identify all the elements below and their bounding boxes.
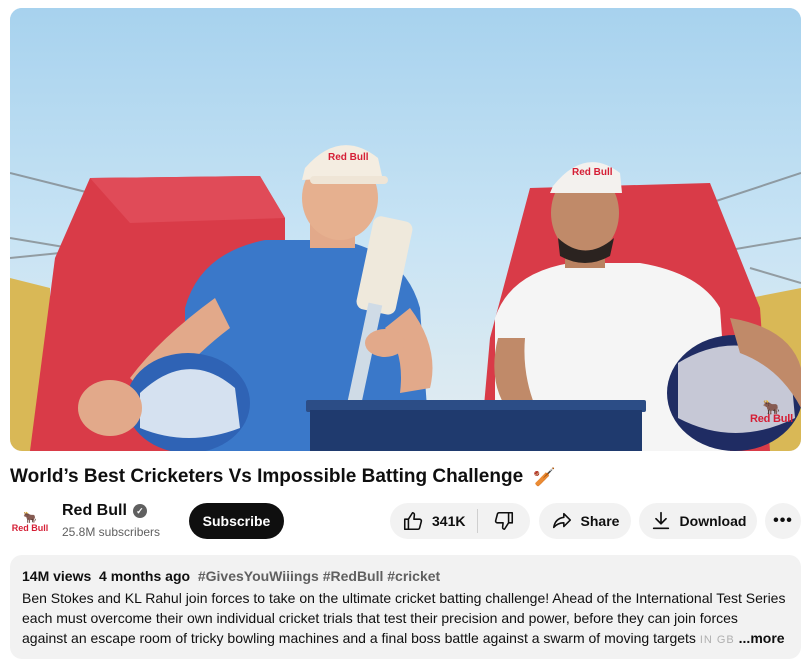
description-line: Ben Stokes and KL Rahul join forces to t… — [22, 590, 786, 606]
channel-watermark: 🐂 Red Bull — [749, 399, 793, 425]
svg-text:Red Bull: Red Bull — [572, 167, 613, 178]
share-arrow-icon — [552, 512, 571, 529]
channel-name: Red Bull — [62, 502, 127, 519]
download-icon — [652, 511, 669, 530]
description-line: each must overcome their own individual … — [22, 610, 738, 626]
share-label: Share — [580, 513, 620, 529]
video-player[interactable]: Red Bull Red Bull 🐂 Red Bull — [10, 8, 801, 451]
upload-age: 4 months ago — [99, 568, 191, 584]
description-line: against an escape room of tricky bowling… — [22, 630, 785, 646]
like-button[interactable]: 341K — [390, 503, 477, 539]
video-title: World’s Best Cricketers Vs Impossible Ba… — [10, 466, 556, 488]
show-more-link[interactable]: ...more — [739, 630, 785, 646]
description-box[interactable]: 14M views 4 months ago #GivesYouWiiings … — [10, 555, 801, 659]
like-dislike-group: 341K — [390, 503, 530, 539]
cricket-bat-icon: 🏏 — [533, 466, 556, 487]
description-text: Ben Stokes and KL Rahul join forces to t… — [22, 588, 794, 650]
like-count: 341K — [432, 513, 466, 529]
more-horizontal-icon: ••• — [773, 512, 793, 529]
view-count: 14M views — [22, 568, 92, 584]
svg-text:Red Bull: Red Bull — [328, 152, 369, 163]
download-button[interactable]: Download — [639, 503, 757, 539]
channel-avatar[interactable]: 🐂 Red Bull — [10, 503, 50, 543]
thumbs-up-icon — [403, 511, 423, 531]
thumbs-down-icon — [495, 511, 514, 531]
dislike-button[interactable] — [478, 503, 530, 539]
more-actions-button[interactable]: ••• — [765, 503, 801, 539]
red-bull-logo-icon: 🐂 — [762, 399, 781, 415]
channel-name-link[interactable]: Red Bull ✓ — [62, 502, 147, 520]
verified-checkmark-icon: ✓ — [132, 504, 147, 518]
truncated-text: IN GB — [699, 634, 735, 646]
subscriber-count: 25.8M subscribers — [62, 525, 161, 539]
subscribe-button[interactable]: Subscribe — [189, 503, 284, 539]
video-frame: Red Bull Red Bull — [10, 8, 801, 451]
red-bull-logo-icon: 🐂 — [23, 512, 37, 524]
video-meta: 14M views 4 months ago #GivesYouWiiings … — [22, 568, 440, 584]
hashtags[interactable]: #GivesYouWiiings #RedBull #cricket — [198, 568, 440, 584]
download-label: Download — [679, 513, 747, 529]
share-button[interactable]: Share — [539, 503, 631, 539]
video-title-text: World’s Best Cricketers Vs Impossible Ba… — [10, 466, 524, 487]
